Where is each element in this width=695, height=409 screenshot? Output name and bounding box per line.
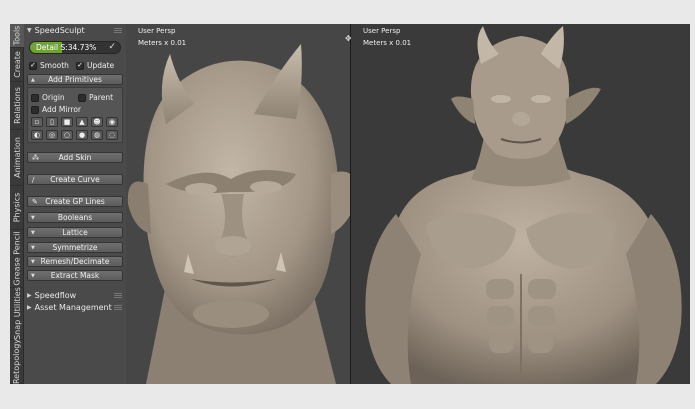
collapse-triangle-icon: ▼ bbox=[27, 27, 32, 34]
ring-icon[interactable]: ○ bbox=[61, 130, 73, 140]
curve-icon: ∕ bbox=[32, 175, 35, 184]
tab-physics[interactable]: Physics bbox=[10, 186, 24, 230]
add-skin-button[interactable]: ⁂ Add Skin bbox=[27, 152, 123, 163]
eye-icon[interactable]: ◉ bbox=[106, 117, 118, 127]
expand-triangle-icon: ▶ bbox=[27, 292, 32, 299]
sculpt-head-closeup bbox=[127, 44, 351, 384]
cube-icon[interactable]: ▫ bbox=[31, 117, 43, 127]
drag-grip-icon[interactable] bbox=[114, 27, 122, 33]
speedflow-header[interactable]: ▶ Speedflow bbox=[24, 290, 126, 301]
lattice-button[interactable]: ▼ Lattice bbox=[27, 227, 123, 238]
tab-animation[interactable]: Animation bbox=[10, 130, 24, 186]
torus-filled-icon[interactable]: ◍ bbox=[91, 130, 103, 140]
viewport-units-label: Meters x 0.01 bbox=[363, 39, 412, 47]
triangle-down-icon: ▼ bbox=[31, 229, 35, 236]
remesh-decimate-button[interactable]: ▼ Remesh/Decimate bbox=[27, 256, 123, 267]
asset-management-header[interactable]: ▶ Asset Management bbox=[24, 302, 126, 313]
sphere-icon[interactable]: ◐ bbox=[31, 130, 43, 140]
smooth-checkbox[interactable]: ✓ Smooth bbox=[29, 61, 69, 70]
extract-mask-button[interactable]: ▼ Extract Mask bbox=[27, 270, 123, 281]
detail-slider-label: Detail S:34.73% bbox=[36, 43, 97, 52]
triangle-down-icon: ▼ bbox=[31, 272, 35, 279]
expand-triangle-icon: ▶ bbox=[27, 304, 32, 311]
viewport-view-label: User Persp bbox=[138, 27, 176, 35]
tab-create[interactable]: Create bbox=[10, 48, 24, 82]
ring-filled-icon[interactable]: ◌ bbox=[106, 130, 118, 140]
skin-icon: ⁂ bbox=[32, 153, 39, 162]
tab-grease-pencil[interactable]: Grease Pencil bbox=[10, 230, 24, 288]
speedsculpt-panel: ▼ SpeedSculpt Detail S:34.73% ✓ ✓ Smooth… bbox=[24, 24, 126, 384]
monkey-icon[interactable]: ☻ bbox=[91, 117, 103, 127]
drag-grip-icon[interactable] bbox=[114, 292, 122, 298]
cylinder-icon[interactable]: ▯ bbox=[46, 117, 58, 127]
tab-snap-utilities[interactable]: Snap Utilities bbox=[10, 287, 24, 340]
origin-checkbox[interactable]: Origin bbox=[31, 93, 65, 102]
create-curve-button[interactable]: ∕ Create Curve bbox=[27, 174, 123, 185]
tab-retopology[interactable]: Retopology bbox=[10, 339, 24, 384]
parent-checkbox[interactable]: Parent bbox=[78, 93, 113, 102]
sphere-filled-icon[interactable]: ● bbox=[76, 130, 88, 140]
checkbox-checked-icon: ✓ bbox=[76, 61, 84, 70]
tool-shelf-tabs: Tools Create Relations Animation Physics… bbox=[10, 24, 24, 384]
cube-filled-icon[interactable]: ■ bbox=[61, 117, 73, 127]
viewport-right[interactable]: User Persp Meters x 0.01 bbox=[351, 24, 690, 384]
checkbox-checked-icon: ✓ bbox=[29, 61, 37, 70]
viewport-left[interactable]: User Persp Meters x 0.01 bbox=[126, 24, 351, 384]
torus-icon[interactable]: ◎ bbox=[46, 130, 58, 140]
detail-size-slider[interactable]: Detail S:34.73% ✓ bbox=[29, 41, 121, 54]
pencil-icon: ✎ bbox=[32, 197, 38, 206]
triangle-down-icon: ▼ bbox=[31, 258, 35, 265]
update-checkbox[interactable]: ✓ Update bbox=[76, 61, 114, 70]
viewport-units-label: Meters x 0.01 bbox=[138, 39, 187, 47]
checkmark-icon[interactable]: ✓ bbox=[108, 42, 116, 52]
create-gp-lines-button[interactable]: ✎ Create GP Lines bbox=[27, 196, 123, 207]
triangle-down-icon: ▼ bbox=[31, 214, 35, 221]
tab-tools[interactable]: Tools bbox=[10, 24, 24, 48]
viewport-view-label: User Persp bbox=[363, 27, 401, 35]
triangle-down-icon: ▼ bbox=[31, 244, 35, 251]
blender-window: Tools Create Relations Animation Physics… bbox=[10, 24, 690, 384]
add-mirror-checkbox[interactable]: Add Mirror bbox=[31, 105, 81, 114]
sculpt-torso-full bbox=[365, 26, 682, 384]
primitives-box: Origin Parent Add Mirror ▫ ▯ ■ ▲ ☻ ◉ ◐ ◎… bbox=[27, 87, 123, 143]
cone-icon[interactable]: ▲ bbox=[76, 117, 88, 127]
symmetrize-button[interactable]: ▼ Symmetrize bbox=[27, 242, 123, 253]
booleans-button[interactable]: ▼ Booleans bbox=[27, 212, 123, 223]
drag-grip-icon[interactable] bbox=[114, 304, 122, 310]
speedsculpt-header[interactable]: ▼ SpeedSculpt bbox=[24, 25, 126, 36]
add-primitives-button[interactable]: ▲ Add Primitives bbox=[27, 74, 123, 85]
triangle-down-icon: ▲ bbox=[31, 76, 35, 83]
tab-relations[interactable]: Relations bbox=[10, 82, 24, 130]
